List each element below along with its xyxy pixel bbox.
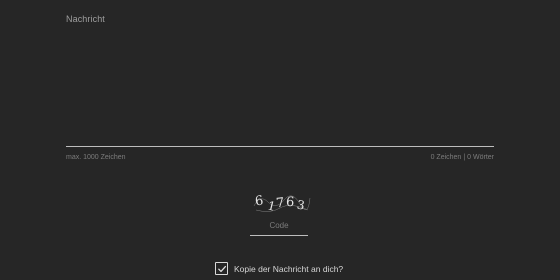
copy-option[interactable]: Kopie der Nachricht an dich?	[215, 262, 343, 275]
captcha-glyph: 7	[275, 196, 285, 212]
contact-form: Nachricht max. 1000 Zeichen 0 Zeichen | …	[0, 0, 560, 280]
checkmark-icon	[217, 265, 226, 272]
word-count: 0 Wörter	[467, 154, 494, 161]
captcha-glyph: 6	[285, 195, 294, 211]
max-length-hint: max. 1000 Zeichen	[66, 154, 126, 161]
captcha-image: 6 1 7 6 3	[253, 193, 311, 214]
counter-separator: |	[463, 154, 466, 161]
captcha-code-input[interactable]	[250, 235, 308, 236]
captcha-glyph: 3	[296, 198, 306, 213]
captcha-code-label: Code	[269, 221, 289, 230]
copy-checkbox[interactable]	[215, 262, 228, 275]
message-underline	[66, 146, 494, 147]
message-counter: 0 Zeichen | 0 Wörter	[431, 154, 494, 161]
message-label: Nachricht	[66, 14, 105, 24]
message-input[interactable]	[66, 26, 494, 144]
copy-checkbox-label: Kopie der Nachricht an dich?	[234, 263, 344, 274]
captcha-glyph: 6	[254, 193, 264, 209]
char-count: 0 Zeichen	[430, 154, 462, 161]
